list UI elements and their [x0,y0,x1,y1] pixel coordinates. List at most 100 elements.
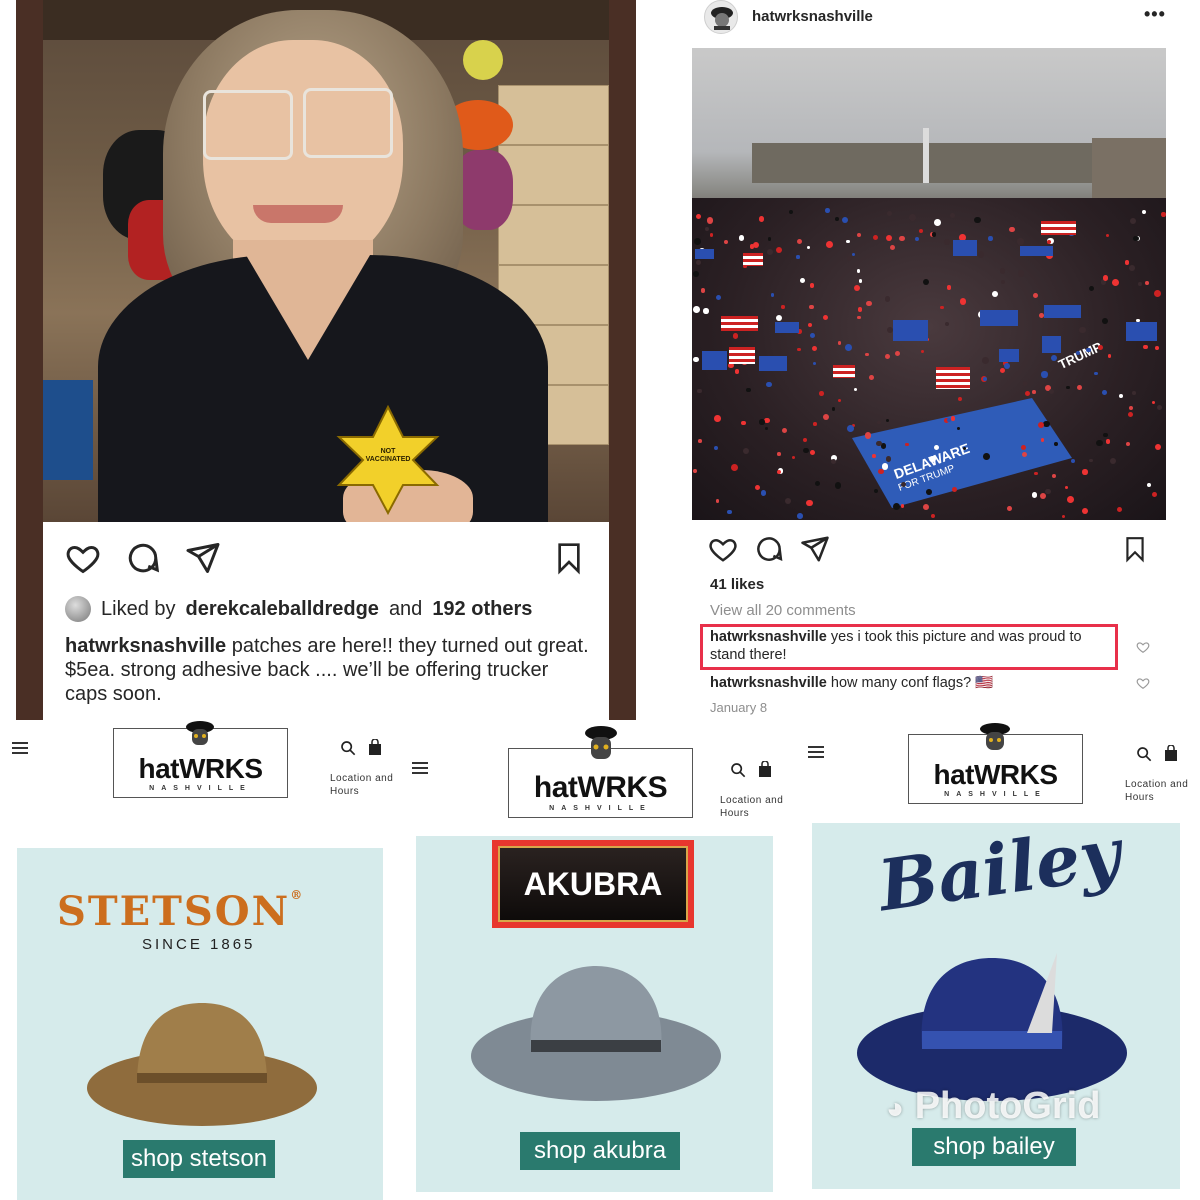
share-icon[interactable] [800,534,830,564]
profile-avatar[interactable] [704,0,738,34]
crowd-person [1070,458,1075,464]
crowd-person [1066,385,1070,390]
stetson-card[interactable]: STETSON® SINCE 1865 shop stetson [17,848,383,1200]
location-hours-link[interactable]: Location and Hours [720,794,796,820]
bookmark-icon[interactable] [553,540,585,576]
crowd-person [730,464,738,471]
shop-stetson-button[interactable]: shop stetson [123,1140,275,1178]
hatwrks-logo[interactable]: hatWRKS NASHVILLE [508,726,693,818]
comment-icon[interactable] [125,540,161,576]
crowd-person [732,333,739,339]
crowd-person [999,268,1006,274]
smile [253,205,343,223]
location-label: Location and [1125,779,1189,790]
crowd-person [886,210,892,216]
heart-icon[interactable] [708,534,738,564]
bailey-card[interactable]: Bailey® ◕ PhotoGrid shop bailey [812,823,1180,1189]
crowd-person [846,239,850,244]
crowd-person [905,442,909,447]
comment-highlighted: hatwrksnashville yes i took this picture… [710,628,1110,664]
comment-heart-icon[interactable] [1136,676,1150,690]
post-username[interactable]: hatwrksnashville [752,8,873,25]
view-all-comments-link[interactable]: View all 20 comments [710,602,856,619]
share-icon[interactable] [185,540,221,576]
stetson-brand: STETSON® [57,888,304,935]
crowd-person [982,356,990,364]
heart-icon[interactable] [65,540,101,576]
liker-username[interactable]: derekcaleballdredge [186,598,379,621]
shopping-bag-icon[interactable] [1164,745,1178,762]
shelf-box [498,205,609,265]
shopping-bag-icon[interactable] [758,761,772,778]
crowd-person [1101,317,1108,324]
logo-subtext: NASHVILLE [944,791,1047,798]
crowd-person [694,237,702,245]
crowd-person [777,452,781,456]
crowd-person [738,235,745,241]
crowd-person [1129,405,1134,410]
mascot-logo-icon [186,721,214,745]
post-photo-woman-with-patch[interactable]: NOT VACCINATED [43,0,609,522]
likes-count[interactable]: 41 likes [710,576,764,593]
crowd-person [713,445,718,450]
logo-text: hatWRKS [933,759,1058,790]
crowd-person [918,228,923,233]
comment-heart-icon[interactable] [1136,640,1150,654]
crowd-person [800,278,805,283]
crowd-person [697,439,702,443]
crowd-person [1024,390,1031,396]
hamburger-menu-icon[interactable] [412,762,428,774]
more-options-icon[interactable]: ••• [1144,4,1166,25]
hamburger-menu-icon[interactable] [808,746,824,758]
crowd-person [1102,432,1108,438]
watermark-icon: ◕ [886,1092,905,1125]
caption-username[interactable]: hatwrksnashville [65,635,226,657]
search-icon[interactable] [340,740,356,756]
patch-text: NOT VACCINATED [363,448,413,464]
crowd-person [1118,393,1123,398]
patch-text-line1: NOT [380,448,396,455]
crowd-person [851,252,855,256]
crowd-person [931,232,937,237]
hatwrks-logo[interactable]: hatWRKS NASHVILLE [908,723,1083,804]
crowd-person [1143,345,1148,350]
crowd-person [834,481,842,489]
akubra-card[interactable]: AKUBRA shop akubra [416,836,773,1192]
crowd-person [796,513,803,519]
hamburger-menu-icon[interactable] [12,742,28,754]
comment-icon[interactable] [754,534,784,564]
crowd-person [1045,488,1051,495]
search-icon[interactable] [1136,746,1152,762]
crowd-person [1151,401,1155,404]
bookmark-icon[interactable] [1122,534,1148,564]
crowd-person [1075,350,1081,355]
crowd-person [759,419,765,425]
shopping-bag-icon[interactable] [368,739,382,756]
bailey-brand-text: Bailey [873,823,1126,928]
crowd-person [1017,270,1024,277]
comment-username[interactable]: hatwrksnashville [710,675,827,691]
crowd-person [880,443,887,449]
akubra-hat-image [471,966,721,1101]
crowd-person [1105,439,1111,444]
post-photo-crowd[interactable]: DELAWARE FOR TRUMP TRUMP [692,48,1166,520]
crowd-person [892,503,900,511]
registered-mark: ® [1114,823,1128,825]
stetson-brand-text: STETSON [57,888,291,935]
location-hours-link[interactable]: Location and Hours [330,772,400,798]
liker-avatar[interactable] [65,596,91,622]
post-card: NOT VACCINATED Liked by derekcaleballdre… [43,0,609,720]
crowd-person [1098,344,1103,350]
crowd-person [1043,420,1050,428]
liked-others-count[interactable]: 192 others [432,598,532,621]
hatwrks-logo[interactable]: hatWRKS NASHVILLE [113,721,288,798]
shop-akubra-button[interactable]: shop akubra [520,1132,680,1170]
crowd-person [1082,469,1088,475]
instagram-post-crowd: hatwrksnashville ••• DELAWARE FOR TRUMP … [692,0,1200,720]
shelf-box [498,85,609,145]
comment-username[interactable]: hatwrksnashville [710,629,827,645]
search-icon[interactable] [730,762,746,778]
crowd-person [764,427,768,431]
location-hours-link[interactable]: Location and Hours [1125,778,1200,804]
shop-bailey-button[interactable]: shop bailey [912,1128,1076,1166]
